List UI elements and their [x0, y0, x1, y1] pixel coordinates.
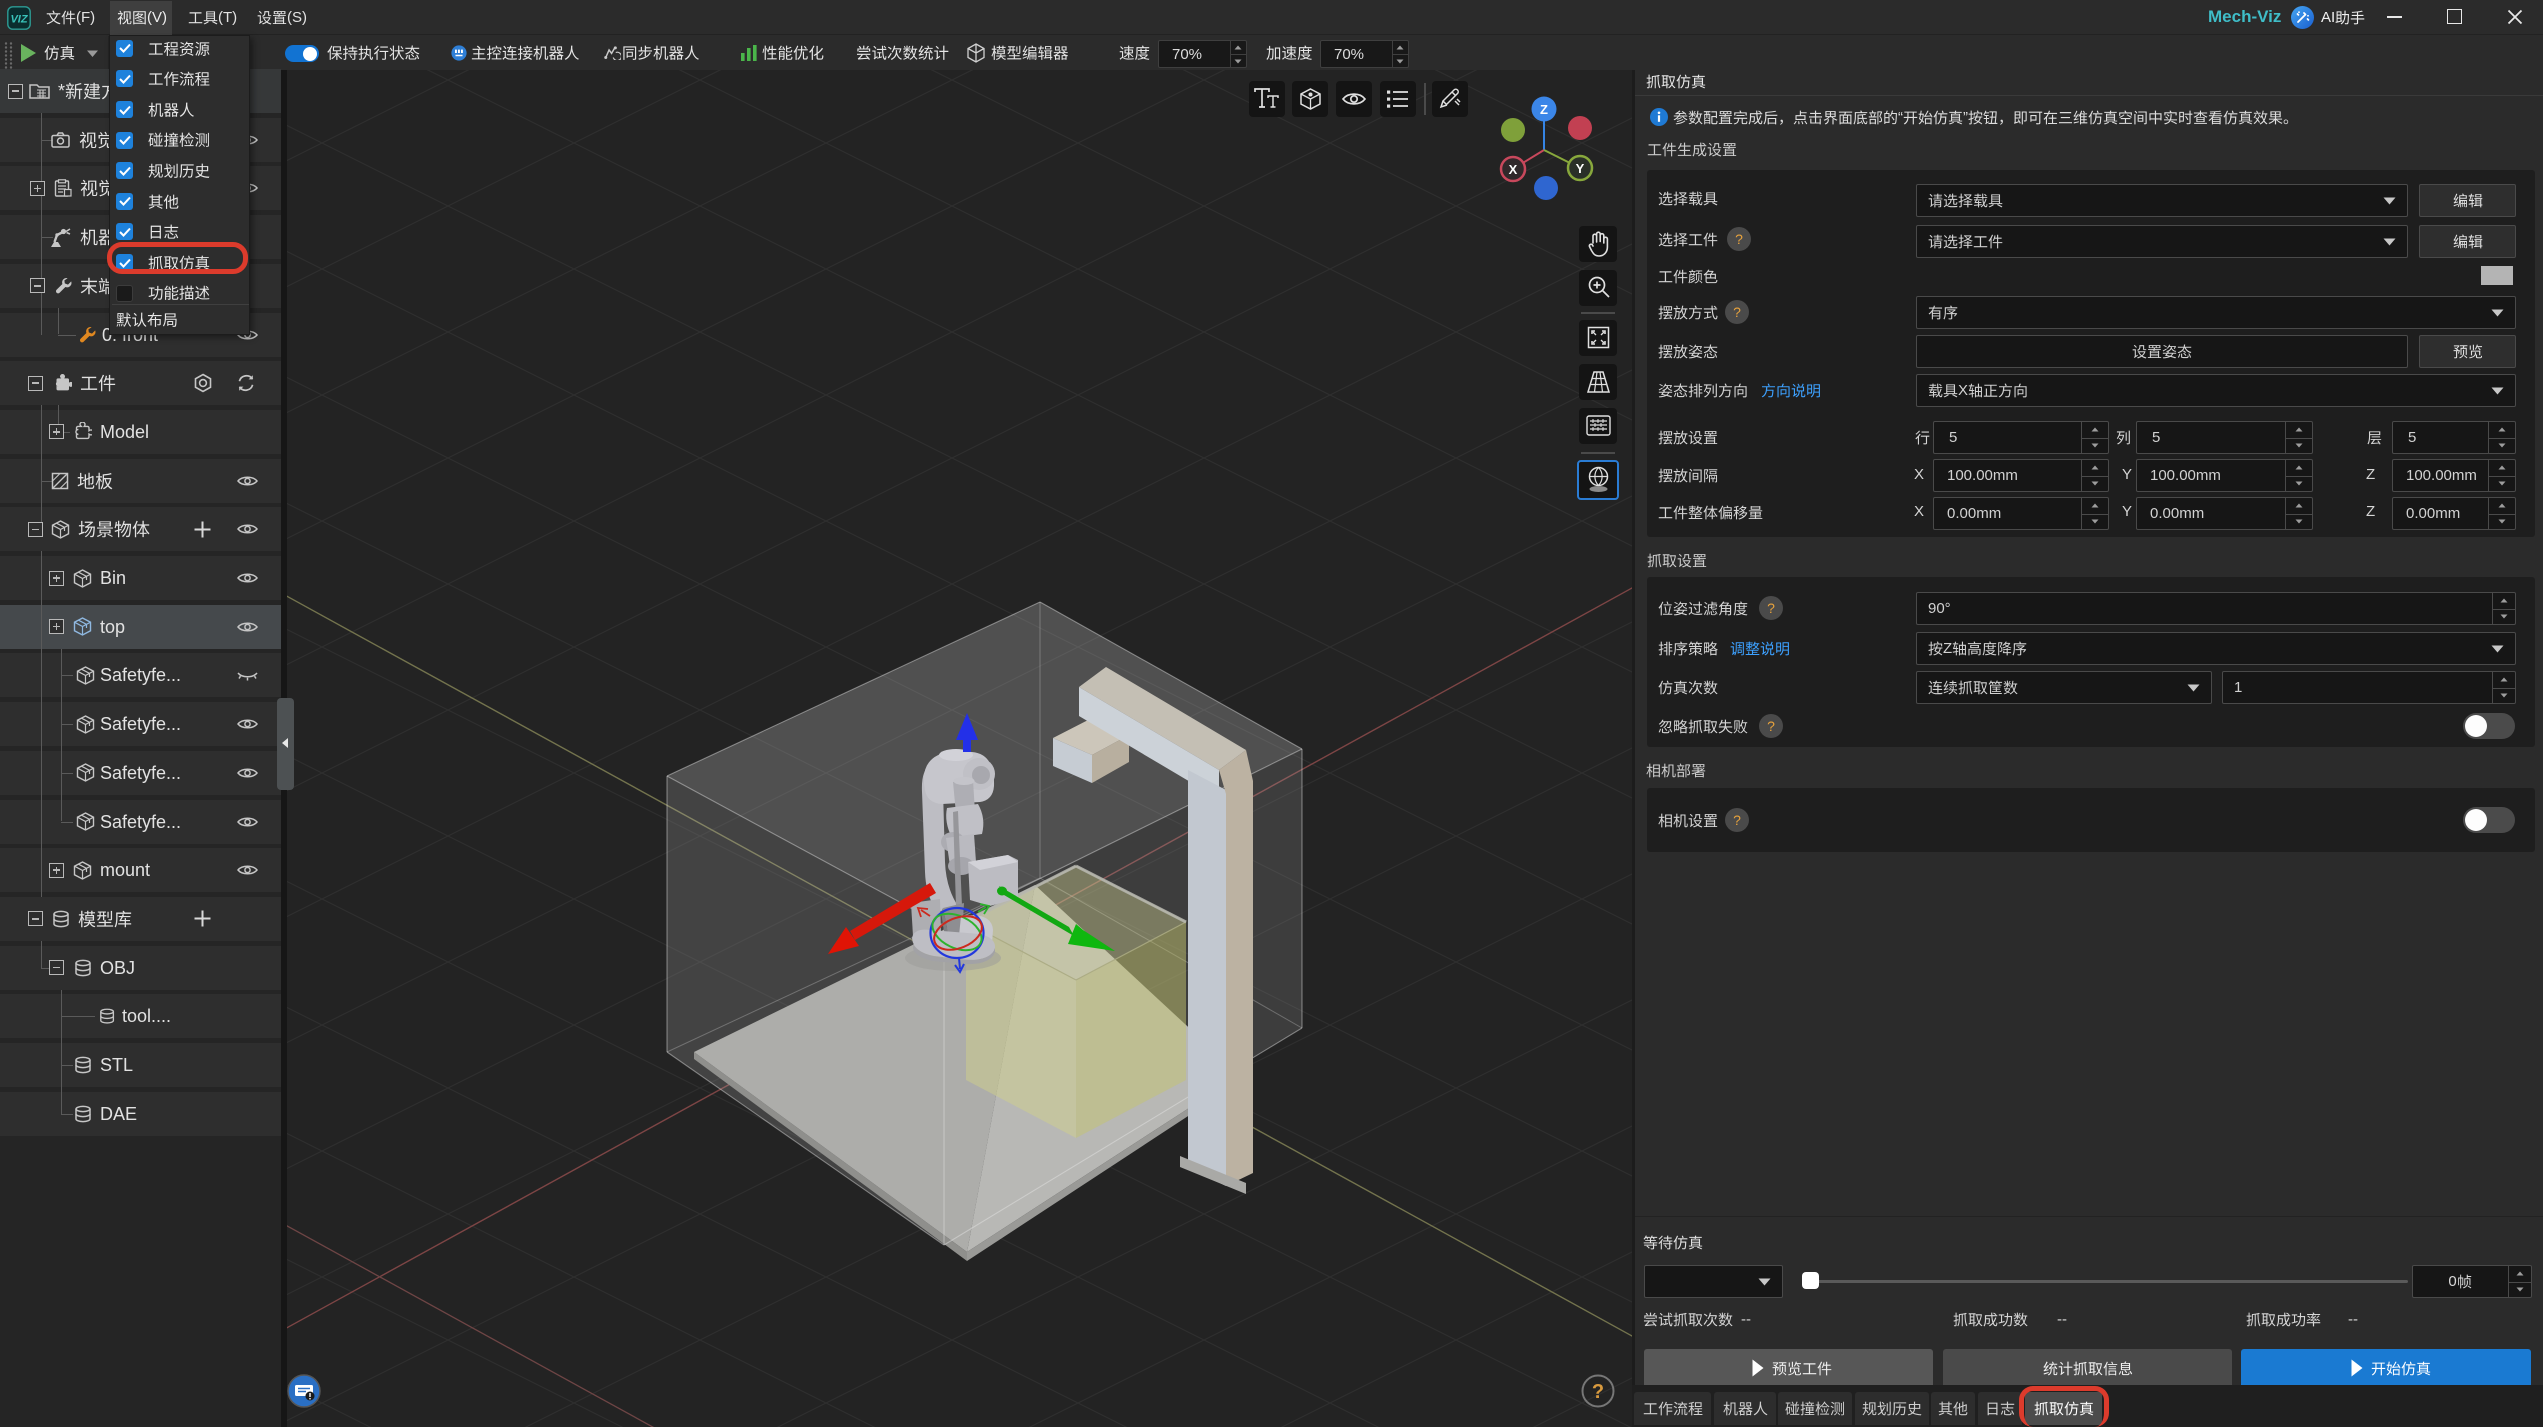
svg-text:?: ?	[1735, 231, 1743, 247]
svg-text:?: ?	[1733, 304, 1741, 320]
svg-text:Z: Z	[1540, 102, 1548, 117]
svg-text:Y: Y	[1576, 161, 1585, 176]
svg-text:VIZ: VIZ	[10, 14, 28, 26]
svg-text:X: X	[1509, 162, 1518, 177]
svg-text:?: ?	[1592, 1381, 1604, 1403]
svg-text:?: ?	[1767, 600, 1775, 616]
svg-text:?: ?	[1767, 718, 1775, 734]
svg-text:?: ?	[1733, 812, 1741, 828]
